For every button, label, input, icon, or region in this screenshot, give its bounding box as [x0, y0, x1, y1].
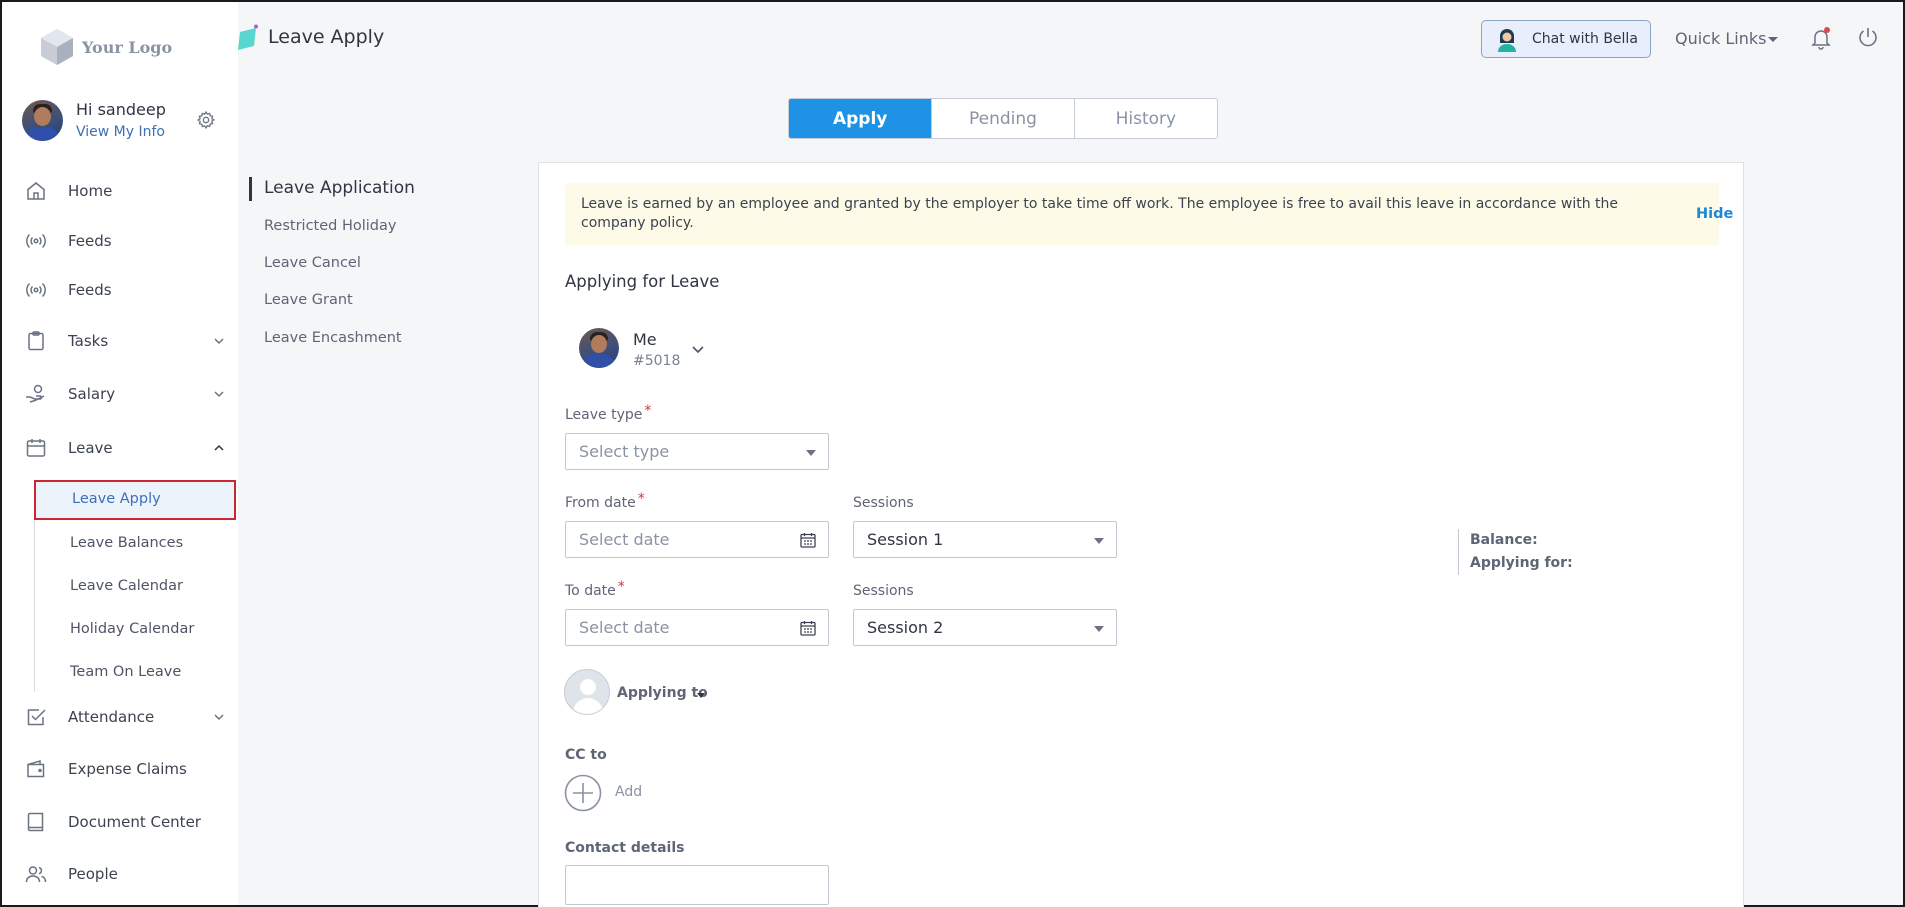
to-sessions-label: Sessions [853, 583, 914, 599]
power-icon[interactable] [1857, 26, 1879, 48]
sidebar-item-home[interactable]: Home [2, 173, 238, 209]
leave-application-panel: Leave is earned by an employee and grant… [538, 162, 1744, 907]
sidebar-item-tasks[interactable]: Tasks [2, 323, 238, 359]
submenu-item-leave-apply[interactable]: Leave Apply [34, 480, 236, 520]
quick-links-dropdown[interactable]: Quick Links [1675, 29, 1766, 48]
gear-icon[interactable] [196, 110, 216, 130]
applying-for-label: Applying for: [1470, 555, 1573, 571]
contact-details-label: Contact details [565, 840, 685, 856]
chevron-down-icon [214, 338, 224, 345]
user-profile: Hi sandeep View My Info [22, 100, 222, 144]
sidebar: Your Logo Hi sandeep View My Info Home F… [2, 2, 238, 905]
from-date-input[interactable]: Select date [565, 521, 829, 558]
page-badge-icon [238, 24, 258, 50]
checkbox-icon [27, 709, 46, 726]
sidebar-item-feeds[interactable]: Feeds [2, 223, 238, 259]
sidebar-item-people[interactable]: People [2, 856, 238, 892]
balance-label: Balance: [1470, 532, 1538, 548]
page-title: Leave Apply [268, 26, 385, 48]
chat-with-bella-button[interactable]: Chat with Bella [1481, 20, 1651, 58]
tab-pending[interactable]: Pending [932, 99, 1075, 138]
applicant-chevron-down-icon[interactable] [690, 341, 706, 357]
tab-history[interactable]: History [1075, 99, 1217, 138]
applicant-id: #5018 [633, 353, 681, 369]
submenu-item-holiday-calendar[interactable]: Holiday Calendar [70, 621, 194, 637]
from-sessions-label: Sessions [853, 495, 914, 511]
sidebar-item-document-center[interactable]: Document Center [2, 804, 238, 840]
plus-circle-icon[interactable] [564, 774, 602, 812]
caret-down-icon [1094, 626, 1104, 632]
sidebar-item-expense-claims[interactable]: Expense Claims [2, 751, 238, 787]
applicant-avatar [579, 328, 619, 368]
cc-to-label: CC to [565, 747, 607, 763]
approver-placeholder-avatar[interactable] [564, 669, 610, 715]
logo-hexagon-icon [41, 29, 73, 65]
logo-text: Your Logo [82, 37, 173, 57]
hide-notice-link[interactable]: Hide [1696, 206, 1733, 222]
to-date-input[interactable]: Select date [565, 609, 829, 646]
logo[interactable]: Your Logo [40, 28, 172, 66]
inner-nav-restricted-holiday[interactable]: Restricted Holiday [264, 218, 396, 234]
submenu-item-team-on-leave[interactable]: Team On Leave [70, 664, 181, 680]
applicant-name: Me [633, 330, 657, 349]
people-icon [25, 866, 47, 883]
sidebar-item-attendance[interactable]: Attendance [2, 699, 238, 735]
calendar-icon [26, 439, 46, 457]
inner-nav-leave-cancel[interactable]: Leave Cancel [264, 255, 361, 271]
wallet-icon [27, 760, 45, 778]
sidebar-item-feeds-2[interactable]: Feeds [2, 272, 238, 308]
add-cc-label[interactable]: Add [615, 784, 642, 800]
applying-to-dropdown[interactable]: Applying to [617, 685, 708, 701]
view-my-info-link[interactable]: View My Info [76, 124, 165, 140]
clipboard-icon [28, 331, 44, 351]
chevron-up-icon [214, 444, 224, 451]
leave-type-select[interactable]: Select type [565, 433, 829, 470]
bella-avatar-icon [1498, 29, 1516, 52]
caret-down-icon [806, 450, 816, 456]
submenu-item-leave-calendar[interactable]: Leave Calendar [70, 578, 183, 594]
inner-nav-active-indicator [249, 177, 252, 201]
from-date-label: From date * [565, 491, 645, 511]
caret-down-icon [1768, 37, 1778, 42]
broadcast-icon [26, 282, 46, 298]
inner-nav-leave-encashment[interactable]: Leave Encashment [264, 330, 402, 346]
book-icon [27, 812, 44, 832]
to-session-select[interactable]: Session 2 [853, 609, 1117, 646]
user-greeting: Hi sandeep [76, 100, 166, 119]
leave-type-label: Leave type * [565, 403, 652, 423]
contact-details-input[interactable] [565, 865, 829, 905]
submenu-item-leave-balances[interactable]: Leave Balances [70, 535, 183, 551]
caret-down-icon [1094, 538, 1104, 544]
tab-apply[interactable]: Apply [789, 99, 933, 138]
broadcast-icon [26, 233, 46, 249]
to-date-label: To date * [565, 579, 625, 599]
calendar-icon[interactable] [799, 531, 817, 549]
info-notice: Leave is earned by an employee and grant… [565, 183, 1733, 245]
sidebar-item-salary[interactable]: Salary [2, 376, 238, 412]
from-session-select[interactable]: Session 1 [853, 521, 1117, 558]
balance-divider [1458, 529, 1459, 575]
chevron-down-icon [214, 714, 224, 721]
leave-tabs: Apply Pending History [788, 98, 1218, 139]
sidebar-item-leave[interactable]: Leave [2, 430, 238, 466]
inner-nav-leave-grant[interactable]: Leave Grant [264, 292, 353, 308]
chevron-down-icon [214, 391, 224, 398]
hand-coin-icon [26, 384, 45, 403]
inner-nav-leave-application[interactable]: Leave Application [264, 178, 415, 198]
section-title: Applying for Leave [565, 272, 720, 291]
bell-icon[interactable] [1810, 26, 1832, 50]
avatar[interactable] [22, 100, 63, 141]
calendar-icon[interactable] [799, 619, 817, 637]
home-icon [27, 182, 45, 200]
caret-down-icon [697, 693, 705, 698]
notice-text: Leave is earned by an employee and grant… [581, 196, 1618, 231]
